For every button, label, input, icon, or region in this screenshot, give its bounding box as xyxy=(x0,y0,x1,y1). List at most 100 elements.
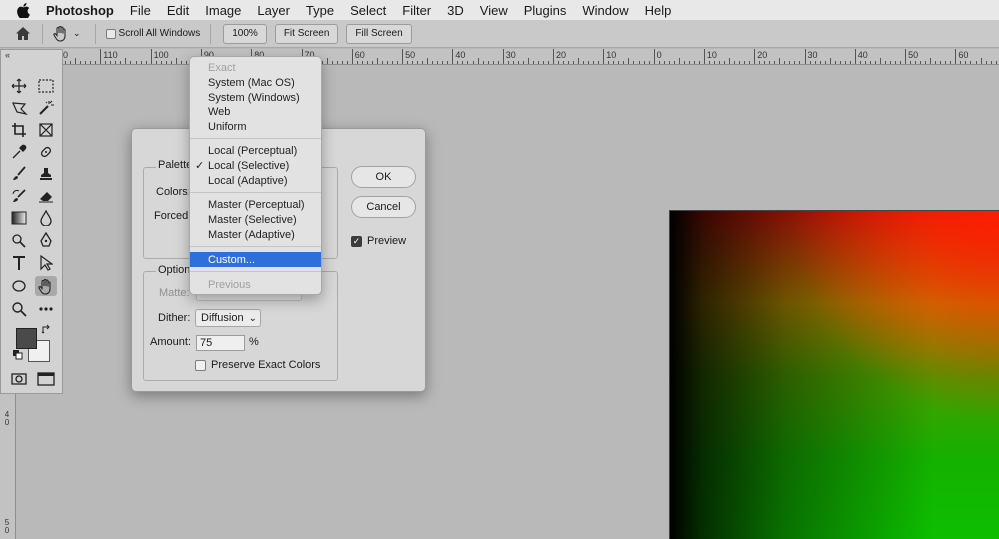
crop-tool-icon[interactable] xyxy=(8,120,30,140)
ruler-minor-tick xyxy=(638,61,640,64)
fill-screen-button[interactable]: Fill Screen xyxy=(346,23,412,44)
ruler-minor-tick xyxy=(683,61,685,64)
more-tools-icon[interactable] xyxy=(35,299,57,319)
ruler-minor-tick xyxy=(859,61,861,64)
ruler-minor-tick xyxy=(170,61,172,64)
menu-item-uniform[interactable]: Uniform xyxy=(190,119,321,134)
menu-item-master-adaptive[interactable]: Master (Adaptive) xyxy=(190,227,321,242)
home-icon[interactable] xyxy=(12,23,34,45)
ruler-minor-tick xyxy=(110,61,112,64)
foreground-color-swatch[interactable] xyxy=(16,328,37,349)
ruler-minor-tick xyxy=(442,61,444,64)
tools-panel: « xyxy=(0,49,63,394)
menu-item-master-perceptual[interactable]: Master (Perceptual) xyxy=(190,197,321,212)
ruler-label: 100 xyxy=(153,50,169,60)
swap-colors-icon[interactable] xyxy=(39,322,53,336)
menu-layer[interactable]: Layer xyxy=(257,3,290,18)
dodge-tool-icon[interactable] xyxy=(8,230,30,250)
ruler-label: 30 xyxy=(505,50,516,60)
ruler-major-tick xyxy=(804,49,806,64)
ruler-minor-tick xyxy=(930,58,932,64)
ruler-minor-tick xyxy=(537,61,539,64)
history-brush-tool-icon[interactable] xyxy=(8,186,30,206)
menu-item-custom[interactable]: Custom... xyxy=(190,252,321,267)
ruler-major-tick xyxy=(402,49,404,64)
menu-view[interactable]: View xyxy=(480,3,508,18)
fit-screen-button[interactable]: Fit Screen xyxy=(274,23,339,44)
hand-tool-preset-icon[interactable] xyxy=(51,24,71,44)
menu-item-system-mac[interactable]: System (Mac OS) xyxy=(190,75,321,90)
stamp-tool-icon[interactable] xyxy=(35,164,57,184)
blur-tool-icon[interactable] xyxy=(35,208,57,228)
ruler-minor-tick xyxy=(397,61,399,64)
menu-item-label: Previous xyxy=(208,278,251,291)
screen-mode-icon[interactable] xyxy=(35,369,57,389)
default-colors-icon[interactable] xyxy=(11,348,25,362)
menu-file[interactable]: File xyxy=(130,3,151,18)
gradient-tool-icon[interactable] xyxy=(8,208,30,228)
menu-item-local-selective[interactable]: ✓ Local (Selective) xyxy=(190,158,321,173)
quick-mask-icon[interactable] xyxy=(8,369,30,389)
ruler-minor-tick xyxy=(361,61,363,64)
ruler-major-tick xyxy=(955,49,957,64)
magic-wand-tool-icon[interactable] xyxy=(35,98,57,118)
type-tool-icon[interactable] xyxy=(8,253,30,273)
amount-input[interactable]: 75 xyxy=(196,335,245,351)
checkbox-box xyxy=(105,28,116,39)
menu-filter[interactable]: Filter xyxy=(402,3,431,18)
path-selection-tool-icon[interactable] xyxy=(35,253,57,273)
ruler-minor-tick xyxy=(432,61,434,64)
document-canvas[interactable] xyxy=(669,210,999,539)
move-tool-icon[interactable] xyxy=(8,76,30,96)
menu-3d[interactable]: 3D xyxy=(447,3,464,18)
brush-tool-icon[interactable] xyxy=(8,164,30,184)
ruler-minor-tick xyxy=(900,61,902,64)
eyedropper-tool-icon[interactable] xyxy=(8,142,30,162)
ruler-minor-tick xyxy=(668,61,670,64)
ruler-minor-tick xyxy=(874,61,876,64)
preview-checkbox[interactable]: ✓ Preview xyxy=(351,235,406,247)
ruler-minor-tick xyxy=(70,61,72,64)
lasso-tool-icon[interactable] xyxy=(8,98,30,118)
ruler-minor-tick xyxy=(115,61,117,64)
ruler-minor-tick xyxy=(80,61,82,64)
menu-bar: Photoshop File Edit Image Layer Type Sel… xyxy=(0,0,999,20)
menu-select[interactable]: Select xyxy=(350,3,386,18)
cancel-button[interactable]: Cancel xyxy=(351,196,416,218)
preserve-exact-colors-checkbox[interactable]: Preserve Exact Colors xyxy=(195,359,320,371)
healing-brush-tool-icon[interactable] xyxy=(35,142,57,162)
ruler-minor-tick xyxy=(608,61,610,64)
ruler-major-tick xyxy=(854,49,856,64)
ruler-minor-tick xyxy=(387,61,388,64)
ruler-minor-tick xyxy=(849,61,851,64)
menu-plugins[interactable]: Plugins xyxy=(524,3,567,18)
zoom-100-button[interactable]: 100% xyxy=(223,23,267,44)
dither-select[interactable]: Diffusion ⌄ xyxy=(195,309,261,327)
zoom-tool-icon[interactable] xyxy=(8,299,30,319)
eraser-tool-icon[interactable] xyxy=(35,186,57,206)
menu-type[interactable]: Type xyxy=(306,3,334,18)
collapse-panel-icon[interactable]: « xyxy=(5,50,10,60)
pen-tool-icon[interactable] xyxy=(35,230,57,250)
menu-item-local-adaptive[interactable]: Local (Adaptive) xyxy=(190,173,321,188)
menu-edit[interactable]: Edit xyxy=(167,3,189,18)
menu-item-system-windows[interactable]: System (Windows) xyxy=(190,90,321,105)
scroll-all-windows-checkbox[interactable]: Scroll All Windows xyxy=(105,28,200,39)
menu-image[interactable]: Image xyxy=(205,3,241,18)
menu-item-master-selective[interactable]: Master (Selective) xyxy=(190,212,321,227)
ellipse-tool-icon[interactable] xyxy=(8,276,30,296)
menu-help[interactable]: Help xyxy=(645,3,672,18)
menu-item-web[interactable]: Web xyxy=(190,104,321,119)
marquee-tool-icon[interactable] xyxy=(35,76,57,96)
chevron-down-icon[interactable]: ⌄ xyxy=(73,28,81,39)
menu-window[interactable]: Window xyxy=(582,3,628,18)
ruler-minor-tick xyxy=(663,61,665,64)
ruler-minor-tick xyxy=(507,61,509,64)
menu-item-local-perceptual[interactable]: Local (Perceptual) xyxy=(190,143,321,158)
apple-icon[interactable] xyxy=(16,2,30,18)
hand-tool-icon[interactable] xyxy=(35,276,57,296)
ruler-minor-tick xyxy=(884,61,886,64)
frame-tool-icon[interactable] xyxy=(35,120,57,140)
app-menu[interactable]: Photoshop xyxy=(46,3,114,18)
ok-button[interactable]: OK xyxy=(351,166,416,188)
